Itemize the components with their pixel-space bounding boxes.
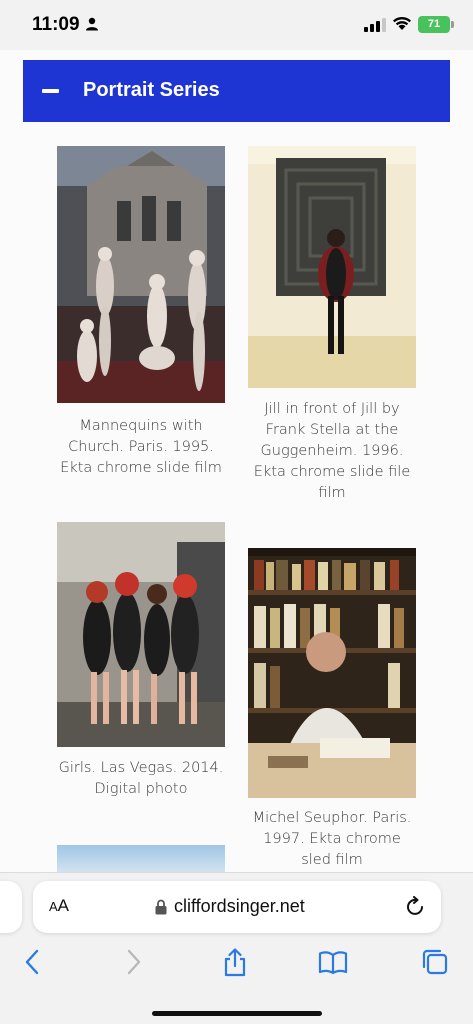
caption-line: sled film — [301, 852, 363, 868]
reload-icon[interactable] — [406, 896, 426, 918]
caption-line: Ekta chrome slide file — [253, 464, 411, 480]
caption-line: Jill in front of Jill by — [264, 401, 400, 417]
tabs-icon[interactable] — [420, 947, 450, 977]
caption-line: Mannequins with — [79, 418, 203, 434]
previous-tab-edge[interactable] — [0, 881, 22, 933]
url-text[interactable]: cliffordsinger.net — [174, 896, 305, 917]
share-icon[interactable] — [220, 947, 250, 977]
lock-icon — [155, 899, 167, 915]
web-page: Portrait Series Mannequins with Church. … — [0, 50, 473, 872]
caption-line: film — [318, 485, 346, 501]
accordion-header[interactable]: Portrait Series — [23, 60, 450, 122]
caption-line: Michel Seuphor. Paris. — [252, 810, 412, 826]
status-bar: 11:09 71 — [0, 0, 473, 50]
caption-mannequins: Mannequins with Church. Paris. 1995. Ekt… — [52, 416, 230, 479]
girls-las-vegas-image — [57, 522, 225, 747]
caption-line: Church. Paris. 1995. — [68, 439, 214, 455]
address-bar[interactable]: AA cliffordsinger.net — [33, 881, 441, 933]
caption-line: Frank Stella at the — [265, 422, 399, 438]
bookmarks-icon[interactable] — [318, 947, 348, 977]
caption-line: Digital photo — [94, 781, 188, 797]
michel-seuphor-image — [248, 548, 416, 798]
battery-icon: 71 — [418, 16, 450, 33]
mannequins-image — [57, 146, 225, 403]
person-icon — [86, 17, 98, 31]
photo-michel-seuphor[interactable] — [248, 548, 416, 798]
photo-girls-las-vegas[interactable] — [57, 522, 225, 747]
caption-line: Guggenheim. 1996. — [260, 443, 404, 459]
caption-girls-las-vegas: Girls. Las Vegas. 2014. Digital photo — [52, 758, 230, 800]
browser-toolbar: AA cliffordsinger.net — [0, 872, 473, 1024]
cellular-signal-icon — [364, 18, 386, 32]
aa-big: A — [57, 896, 70, 915]
photo-jill-stella[interactable] — [248, 146, 416, 388]
caption-line: Ekta chrome slide film — [60, 460, 222, 476]
status-time: 11:09 — [32, 14, 80, 35]
photo-partial[interactable] — [57, 845, 225, 872]
jill-stella-image — [248, 146, 416, 388]
caption-line: 1997. Ekta chrome — [263, 831, 401, 847]
minus-icon[interactable] — [42, 89, 59, 93]
photo-mannequins[interactable] — [57, 146, 225, 403]
forward-icon[interactable] — [118, 947, 148, 977]
accordion-title: Portrait Series — [83, 79, 220, 101]
caption-jill-stella: Jill in front of Jill by Frank Stella at… — [240, 399, 424, 504]
caption-michel-seuphor: Michel Seuphor. Paris. 1997. Ekta chrome… — [240, 808, 424, 871]
wifi-icon — [393, 16, 411, 30]
battery-nub — [451, 21, 454, 28]
battery-level: 71 — [427, 18, 441, 30]
aa-small: A — [49, 899, 58, 914]
caption-line: Girls. Las Vegas. 2014. — [58, 760, 224, 776]
reader-settings-button[interactable]: AA — [49, 896, 69, 916]
home-indicator — [152, 1011, 322, 1016]
back-icon[interactable] — [18, 947, 48, 977]
